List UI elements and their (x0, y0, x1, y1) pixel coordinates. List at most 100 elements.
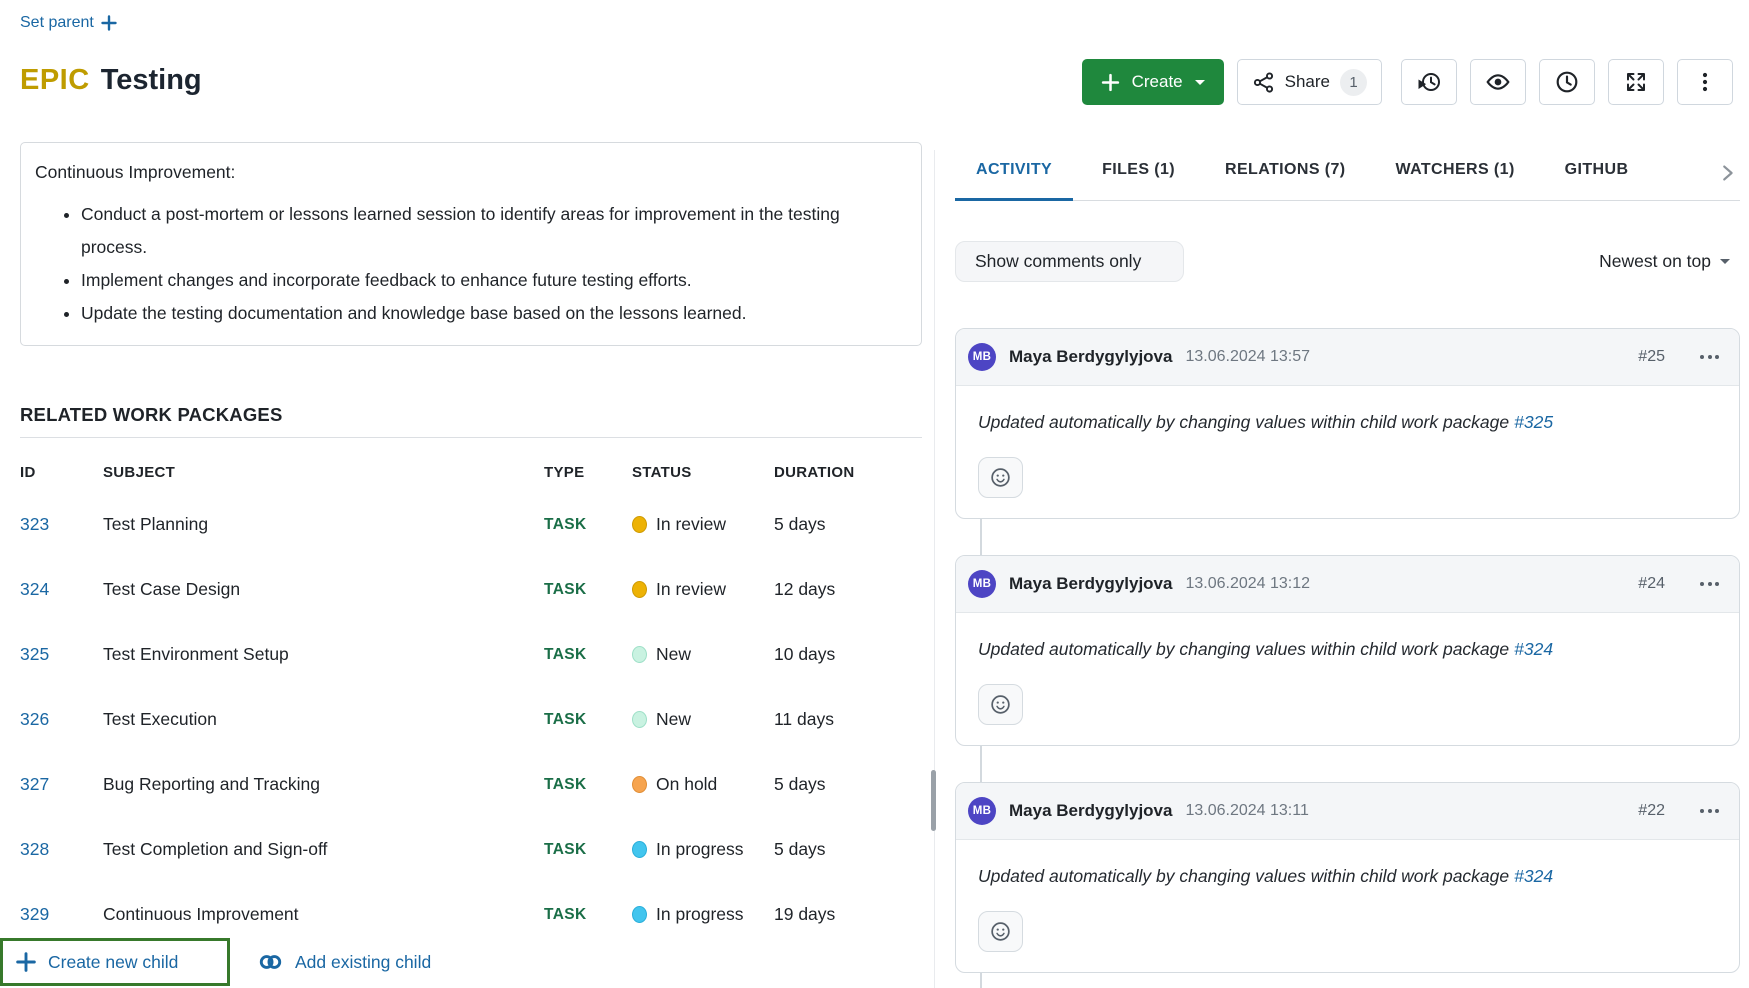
work-package-subject[interactable]: Test Environment Setup (103, 644, 544, 665)
work-package-id-link[interactable]: 324 (20, 579, 103, 600)
child-actions: Create new child Add existing child (0, 938, 431, 986)
work-package-id-link[interactable]: 326 (20, 709, 103, 730)
work-package-type: TASK (544, 581, 632, 599)
tab-label: WATCHERS (1) (1396, 161, 1515, 178)
add-reaction-button[interactable] (978, 457, 1023, 498)
comment-more-menu-button[interactable] (1698, 805, 1721, 817)
avatar: MB (968, 797, 996, 825)
comment-text: Updated automatically by changing values… (978, 866, 1509, 886)
status-label: In progress (656, 839, 744, 860)
watch-button[interactable] (1470, 59, 1526, 105)
related-table-row: 324 Test Case Design TASK In review 12 d… (20, 557, 922, 622)
work-package-duration: 12 days (774, 579, 922, 600)
panel-divider (934, 150, 935, 988)
work-package-duration: 5 days (774, 514, 922, 535)
baseline-history-button[interactable] (1401, 59, 1457, 105)
activity-feed: MB Maya Berdygylyjova 13.06.2024 13:57 #… (955, 328, 1740, 988)
activity-comment: MB Maya Berdygylyjova 13.06.2024 13:11 #… (955, 782, 1740, 973)
create-new-child-label: Create new child (48, 952, 178, 973)
work-package-type: TASK (544, 646, 632, 664)
comment-timestamp: 13.06.2024 13:11 (1185, 802, 1308, 820)
work-package-link[interactable]: #324 (1514, 639, 1553, 659)
tab[interactable]: WATCHERS (1) (1375, 161, 1536, 201)
smiley-icon (989, 920, 1012, 943)
tab-label: ACTIVITY (976, 161, 1052, 178)
description-bullet: Conduct a post-mortem or lessons learned… (81, 198, 851, 264)
work-package-subject[interactable]: Continuous Improvement (103, 904, 544, 925)
work-package-subject[interactable]: Test Completion and Sign-off (103, 839, 544, 860)
add-existing-child-button[interactable]: Add existing child (258, 952, 431, 973)
comment-timestamp: 13.06.2024 13:57 (1185, 348, 1310, 366)
set-parent-link[interactable]: Set parent (20, 14, 117, 32)
clock-icon (1554, 69, 1580, 95)
sort-order-dropdown[interactable]: Newest on top (1599, 251, 1730, 272)
related-table-header: ID SUBJECT TYPE STATUS DURATION (20, 452, 922, 492)
add-reaction-button[interactable] (978, 911, 1023, 952)
comments-filter-label: Show comments only (975, 251, 1141, 272)
work-package-id-link[interactable]: 329 (20, 904, 103, 925)
tab[interactable]: ACTIVITY (955, 161, 1073, 201)
work-package-duration: 19 days (774, 904, 922, 925)
comment-more-menu-button[interactable] (1698, 351, 1721, 363)
work-package-status: On hold (632, 774, 774, 795)
work-package-id-link[interactable]: 328 (20, 839, 103, 860)
create-new-child-button[interactable]: Create new child (16, 952, 178, 973)
log-time-button[interactable] (1539, 59, 1595, 105)
chevron-right-icon[interactable] (1716, 162, 1738, 184)
description-field[interactable]: Continuous Improvement: Conduct a post-m… (20, 142, 922, 346)
work-package-subject[interactable]: Bug Reporting and Tracking (103, 774, 544, 795)
work-package-link[interactable]: #324 (1514, 866, 1553, 886)
comment-more-menu-button[interactable] (1698, 578, 1721, 590)
share-button[interactable]: Share 1 (1237, 59, 1382, 105)
comment-text: Updated automatically by changing values… (978, 412, 1509, 432)
work-package-duration: 5 days (774, 774, 922, 795)
work-package-subject[interactable]: Test Case Design (103, 579, 544, 600)
work-package-id-link[interactable]: 325 (20, 644, 103, 665)
tab[interactable]: FILES (1) (1081, 161, 1196, 201)
work-package-id-link[interactable]: 323 (20, 514, 103, 535)
related-table-row: 325 Test Environment Setup TASK New 10 d… (20, 622, 922, 687)
comment-header: MB Maya Berdygylyjova 13.06.2024 13:57 #… (956, 329, 1739, 386)
tab-bar: ACTIVITY FILES (1) RELATIONS (7) WATCHER… (955, 140, 1740, 201)
work-package-status: In review (632, 514, 774, 535)
tab-label: RELATIONS (7) (1225, 161, 1345, 178)
work-package-type: TASK (544, 711, 632, 729)
work-package-status: In review (632, 579, 774, 600)
details-side-panel: ACTIVITY FILES (1) RELATIONS (7) WATCHER… (955, 140, 1740, 988)
column-header-duration: DURATION (774, 464, 922, 481)
related-table-row: 328 Test Completion and Sign-off TASK In… (20, 817, 922, 882)
comment-author: Maya Berdygylyjova (1009, 801, 1172, 821)
work-package-type: TASK (544, 776, 632, 794)
comments-filter-dropdown[interactable]: Show comments only (955, 241, 1184, 282)
comment-text: Updated automatically by changing values… (978, 639, 1509, 659)
work-package-id-link[interactable]: 327 (20, 774, 103, 795)
fullscreen-button[interactable] (1608, 59, 1664, 105)
toolbar: Create Share 1 (1082, 59, 1733, 105)
work-package-link[interactable]: #325 (1514, 412, 1553, 432)
description-intro: Continuous Improvement: (35, 156, 907, 189)
add-reaction-button[interactable] (978, 684, 1023, 725)
related-work-packages-heading: RELATED WORK PACKAGES (20, 404, 283, 426)
related-table-row: 327 Bug Reporting and Tracking TASK On h… (20, 752, 922, 817)
work-package-subject[interactable]: Test Planning (103, 514, 544, 535)
plus-icon (16, 952, 36, 972)
tab[interactable]: GITHUB (1544, 161, 1650, 201)
tab[interactable]: RELATIONS (7) (1204, 161, 1366, 201)
plus-icon (1101, 73, 1120, 92)
work-package-status: In progress (632, 904, 774, 925)
comment-author: Maya Berdygylyjova (1009, 347, 1172, 367)
section-divider (20, 437, 922, 438)
more-menu-button[interactable] (1677, 59, 1733, 105)
work-package-title[interactable]: Testing (101, 64, 202, 97)
create-button[interactable]: Create (1082, 59, 1224, 105)
work-package-type: TASK (544, 516, 632, 534)
column-header-subject: SUBJECT (103, 464, 544, 481)
scrollbar-thumb[interactable] (931, 770, 936, 831)
work-package-duration: 10 days (774, 644, 922, 665)
work-package-status: In progress (632, 839, 774, 860)
plus-icon (101, 15, 117, 31)
work-package-subject[interactable]: Test Execution (103, 709, 544, 730)
comment-header: MB Maya Berdygylyjova 13.06.2024 13:12 #… (956, 556, 1739, 613)
chevron-down-icon (1195, 80, 1205, 85)
related-table-row: 326 Test Execution TASK New 11 days (20, 687, 922, 752)
